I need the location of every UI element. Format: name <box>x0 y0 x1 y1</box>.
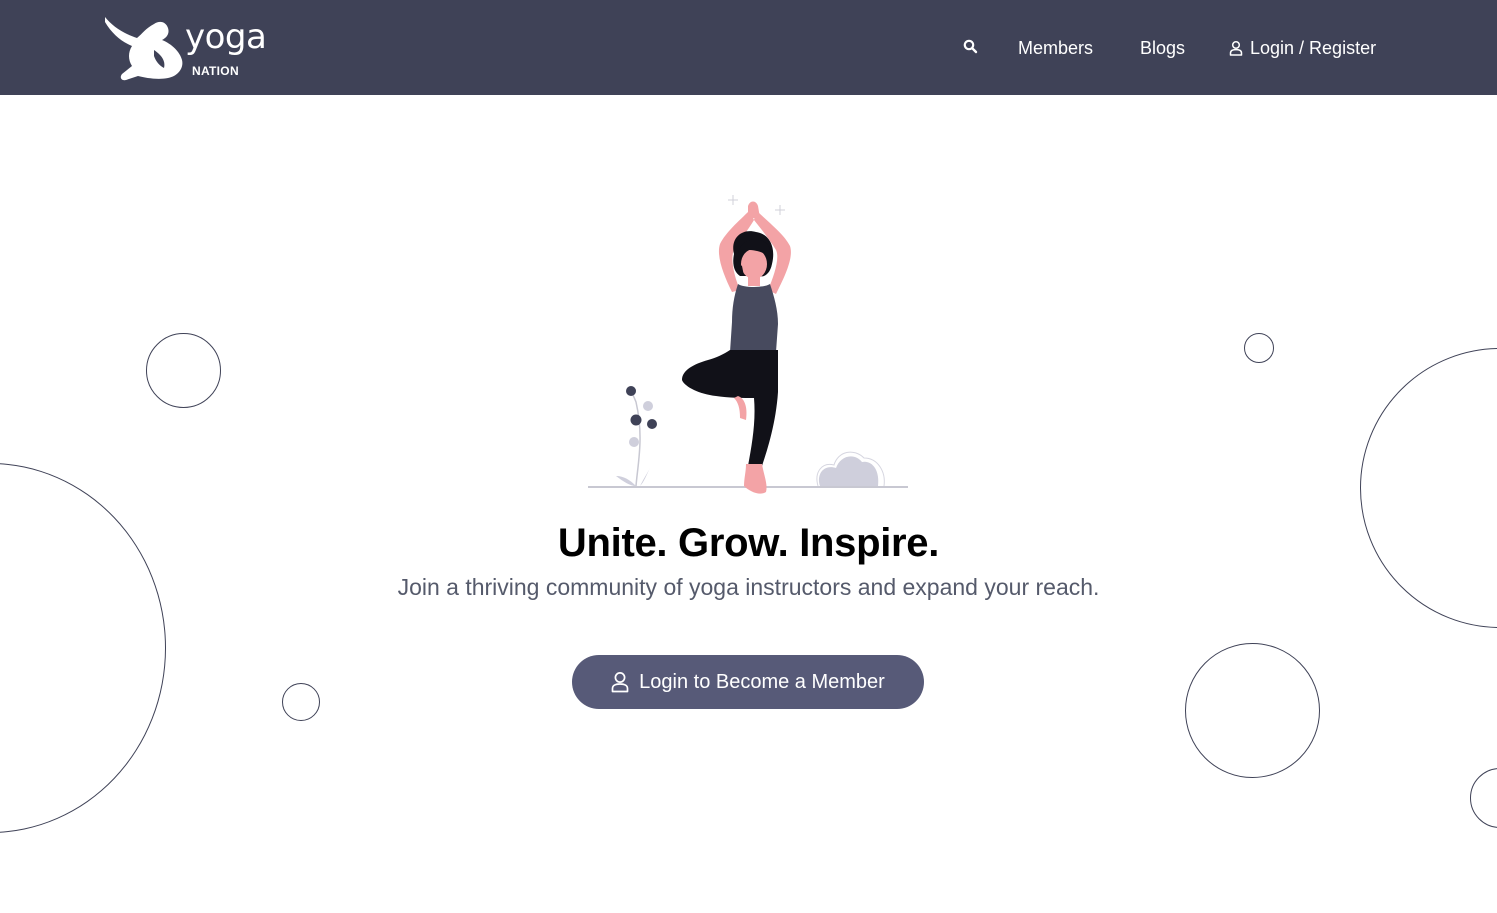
nav-blogs-link[interactable]: Blogs <box>1140 36 1185 60</box>
nav-members-link[interactable]: Members <box>1018 36 1093 60</box>
decorative-circle <box>1470 768 1497 828</box>
nav-login-register-link[interactable]: Login / Register <box>1229 36 1376 60</box>
decorative-circle <box>282 683 320 721</box>
decorative-circle <box>0 463 166 833</box>
user-icon <box>1229 40 1243 56</box>
yoga-pose-silhouette-icon <box>105 17 183 81</box>
search-icon[interactable] <box>962 38 980 56</box>
woman-tree-pose-illustration <box>588 195 908 494</box>
nav-login-label: Login / Register <box>1250 38 1377 58</box>
hero-title: Unite. Grow. Inspire. <box>557 521 940 565</box>
navbar: yoga NATION Members Blogs Login / Regist… <box>0 0 1497 95</box>
brand-logo[interactable]: yoga NATION <box>102 14 282 82</box>
decorative-circle <box>1244 333 1274 363</box>
brand-name: yoga <box>185 17 267 57</box>
page: yoga NATION Members Blogs Login / Regist… <box>0 0 1497 913</box>
brand-subtitle: NATION <box>192 64 239 78</box>
cta-label: Login to Become a Member <box>639 670 885 693</box>
hero-subtitle: Join a thriving community of yoga instru… <box>397 574 1100 600</box>
decorative-circle <box>146 333 221 408</box>
user-icon <box>611 672 629 693</box>
decorative-circle <box>1185 643 1320 778</box>
login-to-become-member-button[interactable]: Login to Become a Member <box>572 655 924 709</box>
